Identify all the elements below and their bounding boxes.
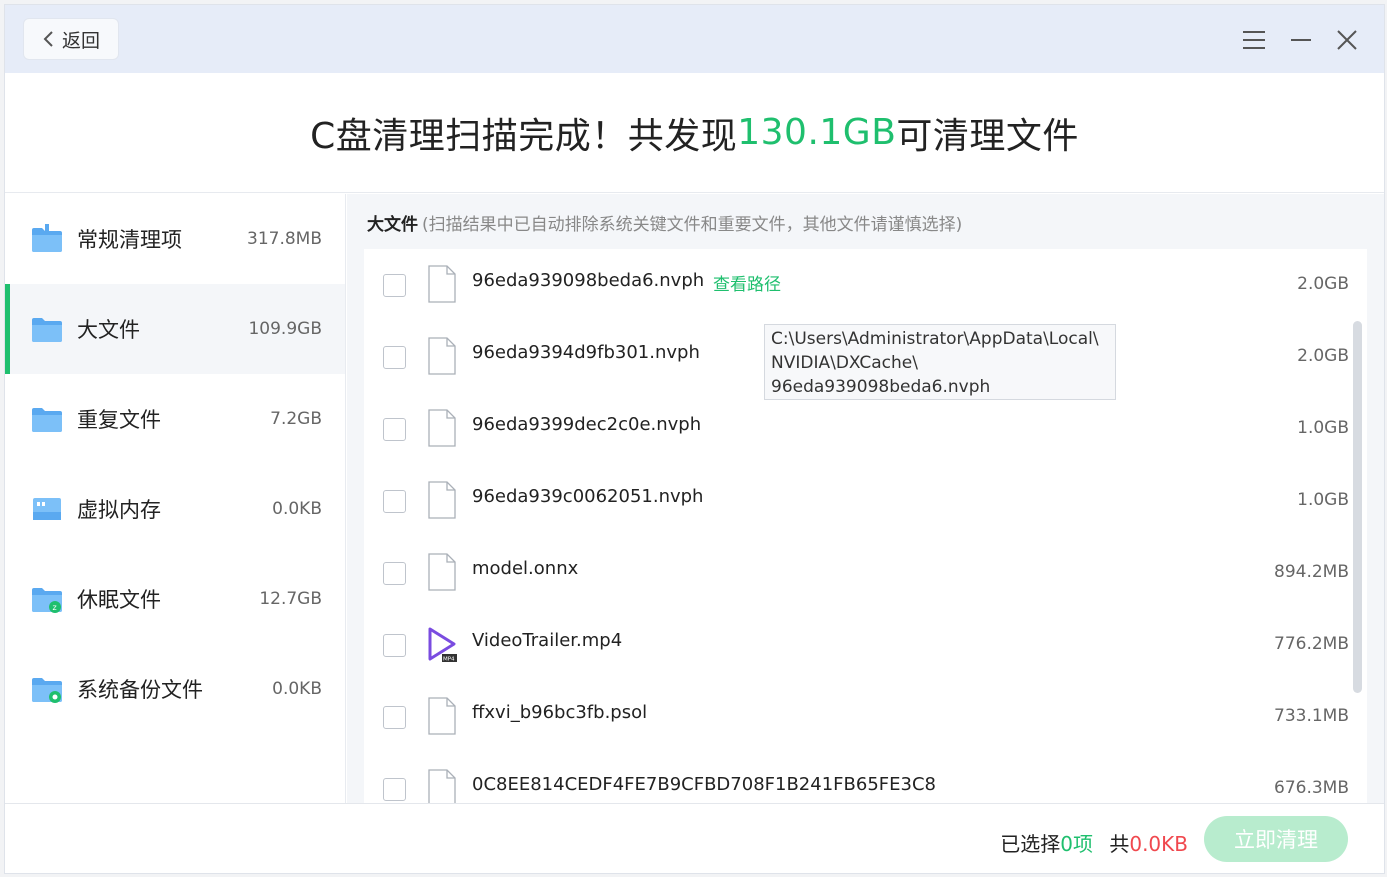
sidebar-item-label: 休眠文件 bbox=[77, 588, 161, 612]
file-list-panel: 大文件 (扫描结果中已自动排除系统关键文件和重要文件，其他文件请谨慎选择) 96e… bbox=[347, 194, 1384, 803]
sidebar-item-label: 大文件 bbox=[77, 318, 140, 342]
sidebar-item-label: 常规清理项 bbox=[77, 228, 182, 252]
file-checkbox[interactable] bbox=[383, 634, 406, 657]
video-file-icon: MP4 bbox=[428, 627, 457, 663]
file-size: 894.2MB bbox=[1274, 562, 1349, 582]
file-name: model.onnx bbox=[472, 558, 579, 579]
svg-text:MP4: MP4 bbox=[443, 657, 455, 663]
file-checkbox[interactable] bbox=[383, 490, 406, 513]
file-icon bbox=[428, 337, 456, 375]
path-tooltip: C:\Users\Administrator\AppData\Local\ NV… bbox=[764, 324, 1116, 400]
folder-icon bbox=[32, 224, 62, 252]
total-size: 0.0KB bbox=[1129, 832, 1188, 856]
file-icon bbox=[428, 769, 456, 803]
close-button[interactable] bbox=[1334, 27, 1360, 53]
file-size: 2.0GB bbox=[1297, 346, 1349, 366]
sidebar-item-size: 7.2GB bbox=[270, 409, 322, 429]
heading-prefix: C盘清理扫描完成！共发现 bbox=[310, 115, 738, 157]
back-button-label: 返回 bbox=[61, 29, 100, 52]
panel-subtitle: (扫描结果中已自动排除系统关键文件和重要文件，其他文件请谨慎选择) bbox=[422, 215, 963, 235]
backup-folder-icon bbox=[32, 678, 62, 703]
back-button[interactable]: 返回 bbox=[23, 18, 119, 60]
panel-title: 大文件 (扫描结果中已自动排除系统关键文件和重要文件，其他文件请谨慎选择) bbox=[367, 210, 962, 235]
file-row[interactable]: model.onnx 894.2MB bbox=[364, 537, 1367, 609]
sidebar-item-hibernation-files[interactable]: z 休眠文件 12.7GB bbox=[5, 554, 345, 644]
minimize-button[interactable] bbox=[1288, 27, 1314, 53]
total-prefix: 共 bbox=[1109, 832, 1130, 856]
chevron-left-icon bbox=[43, 31, 53, 47]
menu-button[interactable] bbox=[1241, 27, 1267, 53]
sidebar-item-duplicate-files[interactable]: 重复文件 7.2GB bbox=[5, 374, 345, 464]
folder-icon bbox=[32, 408, 62, 432]
list-scrollbar[interactable] bbox=[1353, 321, 1362, 693]
selected-count: 0项 bbox=[1060, 832, 1093, 856]
file-size: 776.2MB bbox=[1274, 634, 1349, 654]
scan-result-heading: C盘清理扫描完成！共发现 130.1GB 可清理文件 bbox=[5, 73, 1384, 193]
file-name: 96eda9399dec2c0e.nvph bbox=[472, 414, 702, 435]
file-name: ffxvi_b96bc3fb.psol bbox=[472, 702, 648, 723]
minimize-icon bbox=[1291, 39, 1311, 41]
sidebar-item-label: 虚拟内存 bbox=[77, 498, 161, 522]
file-name: 0C8EE814CEDF4FE7B9CFBD708F1B241FB65FE3C8 bbox=[472, 774, 936, 795]
file-checkbox[interactable] bbox=[383, 562, 406, 585]
file-row[interactable]: MP4 VideoTrailer.mp4 776.2MB bbox=[364, 609, 1367, 681]
sidebar-item-large-files[interactable]: 大文件 109.9GB bbox=[5, 284, 345, 374]
memory-icon bbox=[33, 498, 61, 520]
file-checkbox[interactable] bbox=[383, 418, 406, 441]
panel-title-label: 大文件 bbox=[367, 215, 418, 235]
clean-now-button[interactable]: 立即清理 bbox=[1204, 816, 1348, 862]
file-icon bbox=[428, 265, 456, 303]
file-icon bbox=[428, 409, 456, 447]
app-window: 返回 C盘清理扫描完成！共发现 130.1GB 可清理文件 常规清理项 317.8M… bbox=[4, 4, 1385, 874]
sidebar-item-size: 0.0KB bbox=[272, 679, 322, 699]
file-size: 2.0GB bbox=[1297, 274, 1349, 294]
folder-icon bbox=[32, 318, 62, 342]
sidebar-item-size: 0.0KB bbox=[272, 499, 322, 519]
close-icon bbox=[1337, 30, 1357, 50]
hamburger-menu-icon bbox=[1243, 31, 1265, 49]
sidebar-item-label: 系统备份文件 bbox=[77, 678, 203, 702]
file-name: VideoTrailer.mp4 bbox=[472, 630, 623, 651]
sidebar-item-size: 109.9GB bbox=[248, 319, 322, 339]
selection-summary: 已选择0项 共0.0KB bbox=[1000, 828, 1188, 857]
sidebar-item-size: 12.7GB bbox=[259, 589, 322, 609]
sidebar-item-system-backup[interactable]: 系统备份文件 0.0KB bbox=[5, 644, 345, 734]
file-checkbox[interactable] bbox=[383, 706, 406, 729]
heading-amount: 130.1GB bbox=[737, 112, 897, 153]
tooltip-line: NVIDIA\DXCache\ bbox=[771, 353, 918, 373]
file-row[interactable]: 96eda939098beda6.nvph 查看路径 2.0GB bbox=[364, 249, 1367, 321]
footer-bar: 已选择0项 共0.0KB 立即清理 bbox=[5, 803, 1384, 873]
sidebar-item-size: 317.8MB bbox=[247, 229, 322, 249]
file-name: 96eda939c0062051.nvph bbox=[472, 486, 704, 507]
svg-text:z: z bbox=[53, 603, 57, 612]
sleep-folder-icon: z bbox=[32, 588, 62, 613]
file-size: 733.1MB bbox=[1274, 706, 1349, 726]
category-sidebar: 常规清理项 317.8MB 大文件 109.9GB 重复文件 7.2GB 虚拟内… bbox=[5, 194, 346, 803]
file-checkbox[interactable] bbox=[383, 274, 406, 297]
file-row[interactable]: 0C8EE814CEDF4FE7B9CFBD708F1B241FB65FE3C8… bbox=[364, 753, 1367, 803]
file-name: 96eda9394d9fb301.nvph bbox=[472, 342, 700, 363]
file-checkbox[interactable] bbox=[383, 778, 406, 801]
sidebar-item-label: 重复文件 bbox=[77, 408, 161, 432]
file-icon bbox=[428, 553, 456, 591]
tooltip-line: 96eda939098beda6.nvph bbox=[771, 377, 991, 397]
file-row[interactable]: ffxvi_b96bc3fb.psol 733.1MB bbox=[364, 681, 1367, 753]
file-size: 676.3MB bbox=[1274, 778, 1349, 798]
view-path-link[interactable]: 查看路径 bbox=[713, 270, 781, 295]
file-icon bbox=[428, 697, 456, 735]
sidebar-item-virtual-memory[interactable]: 虚拟内存 0.0KB bbox=[5, 464, 345, 554]
file-checkbox[interactable] bbox=[383, 346, 406, 369]
file-icon bbox=[428, 481, 456, 519]
file-list: 96eda939098beda6.nvph 查看路径 2.0GB 96eda93… bbox=[364, 249, 1367, 803]
heading-suffix: 可清理文件 bbox=[896, 115, 1079, 157]
file-name: 96eda939098beda6.nvph bbox=[472, 270, 705, 291]
file-row[interactable]: 96eda939c0062051.nvph 1.0GB bbox=[364, 465, 1367, 537]
file-row[interactable]: 96eda9399dec2c0e.nvph 1.0GB bbox=[364, 393, 1367, 465]
selected-prefix: 已选择 bbox=[1000, 832, 1061, 856]
sidebar-item-regular-cleanup[interactable]: 常规清理项 317.8MB bbox=[5, 194, 345, 284]
tooltip-line: C:\Users\Administrator\AppData\Local\ bbox=[771, 329, 1099, 349]
title-bar: 返回 bbox=[5, 5, 1384, 73]
file-size: 1.0GB bbox=[1297, 490, 1349, 510]
file-size: 1.0GB bbox=[1297, 418, 1349, 438]
